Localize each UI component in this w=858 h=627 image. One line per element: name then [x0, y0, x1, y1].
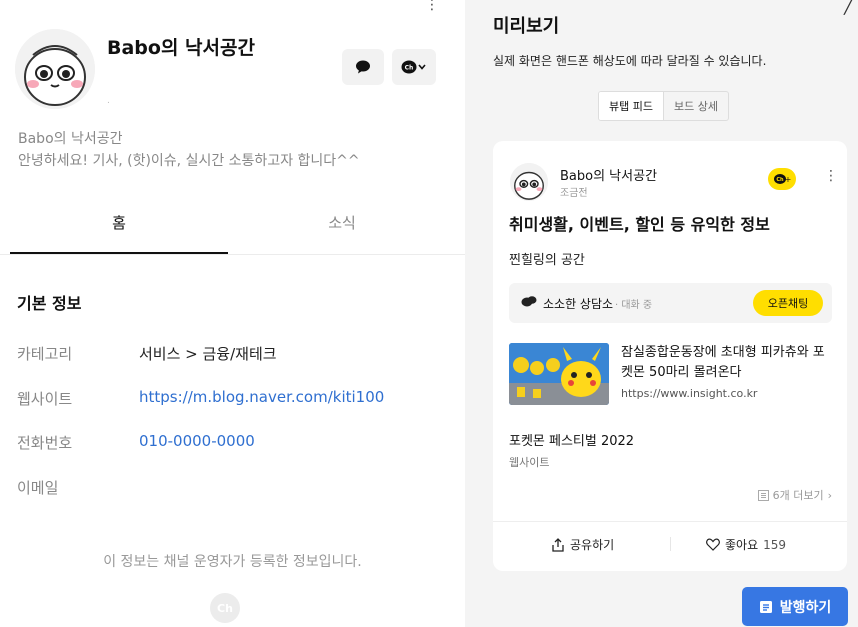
tab-news[interactable]: 소식: [228, 212, 456, 233]
svg-text:+: +: [785, 175, 791, 184]
category-value: 서비스 > 금융/재테크: [139, 345, 277, 363]
card-timestamp: 조금전: [560, 188, 588, 199]
intro-description: 안녕하세요! 기사, (핫)이슈, 실시간 소통하고자 합니다^^: [18, 153, 360, 169]
segment-board-detail[interactable]: 보드 상세: [664, 92, 728, 120]
festival-title[interactable]: 포켓몬 페스티벌 2022: [509, 430, 634, 449]
more-options-icon[interactable]: ⋮: [425, 0, 439, 12]
link-thumbnail[interactable]: [509, 343, 609, 405]
speech-bubble-icon: [356, 60, 370, 74]
close-icon[interactable]: ╱: [844, 0, 854, 15]
phone-link[interactable]: 010-0000-0000: [139, 432, 255, 450]
link-url: https://www.insight.co.kr: [621, 387, 758, 400]
like-button[interactable]: 좋아요 159: [706, 536, 786, 553]
ghost-character-icon: [15, 29, 95, 109]
chevron-right-icon: ›: [827, 488, 832, 502]
like-label: 좋아요: [725, 538, 759, 552]
channel-chevron-icon: Ch: [401, 60, 426, 74]
svg-text:Ch: Ch: [405, 65, 414, 72]
card-channel-name: Babo의 낙서공간: [560, 169, 658, 184]
tab-home[interactable]: 홈: [10, 212, 228, 233]
category-label: 카테고리: [17, 345, 73, 363]
chat-button[interactable]: [342, 49, 384, 85]
list-icon: [757, 489, 769, 501]
channel-plus-icon: Ch +: [774, 174, 791, 184]
like-count: 159: [763, 537, 787, 552]
card-more-icon[interactable]: ⋮: [824, 168, 838, 184]
preview-mode-toggle: 뷰탭 피드 보드 상세: [598, 91, 729, 121]
svg-text:Ch: Ch: [776, 177, 784, 183]
preview-panel: ╱ 미리보기 실제 화면은 핸드폰 해상도에 따라 달라질 수 있습니다. 뷰탭…: [465, 0, 858, 627]
website-label: 웹사이트: [17, 390, 73, 408]
show-more-link[interactable]: 6개 더보기 ›: [737, 487, 832, 503]
channel-add-button[interactable]: Ch: [392, 49, 436, 85]
segment-feed[interactable]: 뷰탭 피드: [599, 92, 664, 120]
basic-info-title: 기본 정보: [17, 294, 82, 313]
intro-name: Babo의 낙서공간: [18, 131, 123, 147]
link-title[interactable]: 잠실종합운동장에 초대형 피카츄와 포켓몬 50마리 몰려온다: [621, 343, 833, 383]
card-divider: [493, 521, 847, 522]
phone-label: 전화번호: [17, 434, 73, 452]
info-footer-note: 이 정보는 채널 운영자가 등록한 정보입니다.: [103, 554, 362, 570]
publish-label: 발행하기: [779, 599, 832, 616]
heart-icon: [706, 538, 720, 551]
openchat-box[interactable]: 소소한 상담소 · 대화 중 오픈채팅: [509, 283, 832, 323]
chat-bubbles-icon: [521, 296, 537, 307]
tab-divider: [0, 254, 465, 255]
card-avatar: [510, 163, 548, 201]
channel-name: Babo의 낙서공간: [107, 37, 255, 59]
openchat-button[interactable]: 오픈채팅: [753, 290, 823, 316]
share-button[interactable]: 공유하기: [551, 536, 614, 553]
channel-meta: .: [107, 96, 110, 106]
channel-profile-panel: ⋮ Babo의 낙서공간 . Ch Babo의 낙서공간 안녕하세요! 기사, …: [0, 0, 465, 627]
card-headline: 취미생활, 이벤트, 할인 등 유익한 정보: [509, 215, 770, 234]
pikachu-thumbnail-icon: [509, 343, 609, 405]
card-channel-add-button[interactable]: Ch +: [768, 168, 796, 190]
share-label: 공유하기: [570, 538, 615, 552]
feed-card: Babo의 낙서공간 조금전 Ch + ⋮ 취미생활, 이벤트, 할인 등 유익…: [493, 141, 847, 571]
website-link[interactable]: https://m.blog.naver.com/kiti100: [139, 388, 384, 406]
action-separator: [670, 537, 671, 551]
festival-subtitle: 웹사이트: [509, 456, 550, 469]
show-more-label: 6개 더보기: [772, 489, 824, 502]
profile-avatar: [15, 29, 95, 109]
openchat-status: · 대화 중: [615, 300, 653, 311]
share-icon: [552, 537, 564, 552]
email-label: 이메일: [17, 479, 59, 497]
document-icon: [759, 600, 772, 613]
preview-subtitle: 실제 화면은 핸드폰 해상도에 따라 달라질 수 있습니다.: [493, 54, 767, 68]
ghost-character-icon: [510, 163, 548, 201]
publish-button[interactable]: 발행하기: [742, 587, 848, 626]
card-body-text: 찐힐링의 공간: [509, 253, 585, 268]
preview-title: 미리보기: [493, 16, 560, 37]
openchat-name: 소소한 상담소: [543, 297, 614, 311]
channel-logo-icon: Ch: [210, 593, 240, 623]
